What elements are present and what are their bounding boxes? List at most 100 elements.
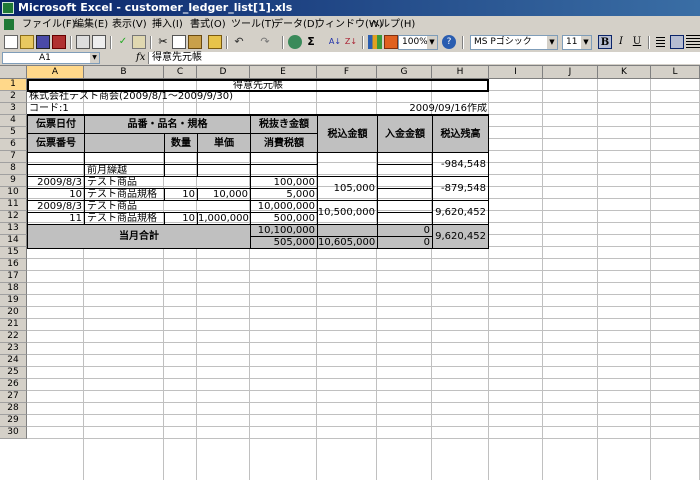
spell-check-icon[interactable]: ✓: [116, 35, 130, 49]
row-header[interactable]: 21: [0, 319, 27, 331]
total-balance[interactable]: 9,620,452: [432, 224, 489, 249]
row-header[interactable]: 28: [0, 403, 27, 415]
column-header[interactable]: J: [543, 66, 598, 79]
menu-bar: ファイル(F) 編集(E) 表示(V) 挿入(I) 書式(O) ツール(T) デ…: [0, 16, 700, 34]
row-header[interactable]: 20: [0, 307, 27, 319]
menu-data[interactable]: データ(D): [273, 18, 319, 31]
column-header[interactable]: B: [84, 66, 164, 79]
entry-balance[interactable]: 9,620,452: [432, 200, 489, 225]
row-header[interactable]: 22: [0, 331, 27, 343]
copy-icon[interactable]: [172, 35, 186, 49]
select-all-corner[interactable]: [0, 66, 27, 79]
row-header[interactable]: 18: [0, 283, 27, 295]
autosum-icon[interactable]: Σ: [304, 35, 318, 49]
sort-ascending-icon[interactable]: A↓: [328, 35, 342, 49]
company-period[interactable]: 株式会社テスト商会(2009/8/1～2009/9/30): [27, 91, 327, 103]
row-header[interactable]: 13: [0, 223, 27, 235]
row-header[interactable]: 4: [0, 115, 27, 127]
drawing-icon[interactable]: [384, 35, 398, 49]
row-header[interactable]: 7: [0, 151, 27, 163]
row-header[interactable]: 30: [0, 427, 27, 439]
column-header[interactable]: E: [250, 66, 317, 79]
bold-button[interactable]: B: [598, 35, 612, 49]
row-header[interactable]: 27: [0, 391, 27, 403]
carry-balance[interactable]: -984,548: [432, 152, 489, 177]
hyperlink-icon[interactable]: [288, 35, 302, 49]
row-header[interactable]: 23: [0, 343, 27, 355]
permission-icon[interactable]: [52, 35, 66, 49]
print-icon[interactable]: [76, 35, 90, 49]
menu-insert[interactable]: 挿入(I): [152, 18, 183, 31]
print-preview-icon[interactable]: [92, 35, 106, 49]
column-header[interactable]: H: [432, 66, 489, 79]
function-icon[interactable]: fx: [136, 52, 145, 64]
undo-icon[interactable]: ↶: [232, 35, 246, 49]
total-tax[interactable]: 505,000: [250, 236, 318, 249]
menu-format[interactable]: 書式(O): [190, 18, 226, 31]
sort-descending-icon[interactable]: Z↓: [344, 35, 358, 49]
row-header[interactable]: 2: [0, 91, 27, 103]
column-header[interactable]: D: [197, 66, 250, 79]
worksheet-grid[interactable]: ABCDEFGHIJKL 1 2 3 4 5 6 7 8 9 10 11 12 13 14 15 16 17 18…: [0, 66, 700, 480]
new-file-icon[interactable]: [4, 35, 18, 49]
entry-tax-incl[interactable]: 105,000: [317, 176, 378, 201]
font-size-combo[interactable]: 11 ▼: [562, 35, 592, 50]
column-header[interactable]: A: [27, 66, 84, 79]
align-center-icon[interactable]: [670, 35, 684, 49]
menu-view[interactable]: 表示(V): [112, 18, 147, 31]
row-header[interactable]: 14: [0, 235, 27, 247]
open-folder-icon[interactable]: [20, 35, 34, 49]
row-header[interactable]: 5: [0, 127, 27, 139]
menu-edit[interactable]: 編集(E): [74, 18, 108, 31]
underline-button[interactable]: U: [630, 35, 644, 49]
total-tax-incl[interactable]: 10,605,000: [317, 236, 378, 249]
save-icon[interactable]: [36, 35, 50, 49]
align-left-icon[interactable]: [654, 35, 668, 49]
row-header[interactable]: 19: [0, 295, 27, 307]
formula-input[interactable]: 得意先元帳: [148, 52, 700, 64]
row-header[interactable]: 1: [0, 79, 27, 91]
row-header[interactable]: 16: [0, 259, 27, 271]
column-header[interactable]: K: [598, 66, 651, 79]
total-payment[interactable]: 0: [377, 236, 433, 249]
row-header[interactable]: 9: [0, 175, 27, 187]
column-header[interactable]: G: [377, 66, 432, 79]
zoom-combo[interactable]: 100% ▼: [398, 35, 438, 50]
column-header[interactable]: C: [164, 66, 197, 79]
menu-help[interactable]: ヘルプ(H): [370, 18, 415, 31]
entry-balance[interactable]: -879,548: [432, 176, 489, 201]
research-icon[interactable]: [132, 35, 146, 49]
header-balance: 税込残高: [432, 115, 489, 153]
row-header[interactable]: 6: [0, 139, 27, 151]
row-header[interactable]: 29: [0, 415, 27, 427]
name-box[interactable]: A1 ▼: [2, 52, 100, 64]
row-header[interactable]: 8: [0, 163, 27, 175]
chevron-down-icon: ▼: [427, 36, 437, 49]
entry-tax-incl[interactable]: 10,500,000: [317, 200, 378, 225]
column-header[interactable]: I: [489, 66, 543, 79]
total-label[interactable]: 当月合計: [27, 224, 251, 249]
font-name-combo[interactable]: MS Pゴシック ▼: [470, 35, 558, 50]
row-header[interactable]: 11: [0, 199, 27, 211]
row-header[interactable]: 3: [0, 103, 27, 115]
column-header[interactable]: L: [651, 66, 700, 79]
row-header[interactable]: 17: [0, 271, 27, 283]
column-header[interactable]: F: [317, 66, 377, 79]
menu-tools[interactable]: ツール(T): [231, 18, 275, 31]
row-header[interactable]: 25: [0, 367, 27, 379]
row-header[interactable]: 24: [0, 355, 27, 367]
row-header[interactable]: 26: [0, 379, 27, 391]
cut-icon[interactable]: ✂: [156, 35, 170, 49]
help-icon[interactable]: ?: [442, 35, 456, 49]
align-right-icon[interactable]: [686, 35, 700, 49]
menu-file[interactable]: ファイル(F): [22, 18, 76, 31]
format-painter-icon[interactable]: [208, 35, 222, 49]
workbook-icon[interactable]: [4, 19, 14, 30]
redo-icon[interactable]: ↷: [258, 35, 272, 49]
paste-icon[interactable]: [188, 35, 202, 49]
chart-wizard-icon[interactable]: [368, 35, 382, 49]
row-header[interactable]: 12: [0, 211, 27, 223]
row-header[interactable]: 15: [0, 247, 27, 259]
italic-button[interactable]: I: [614, 35, 628, 49]
row-header[interactable]: 10: [0, 187, 27, 199]
